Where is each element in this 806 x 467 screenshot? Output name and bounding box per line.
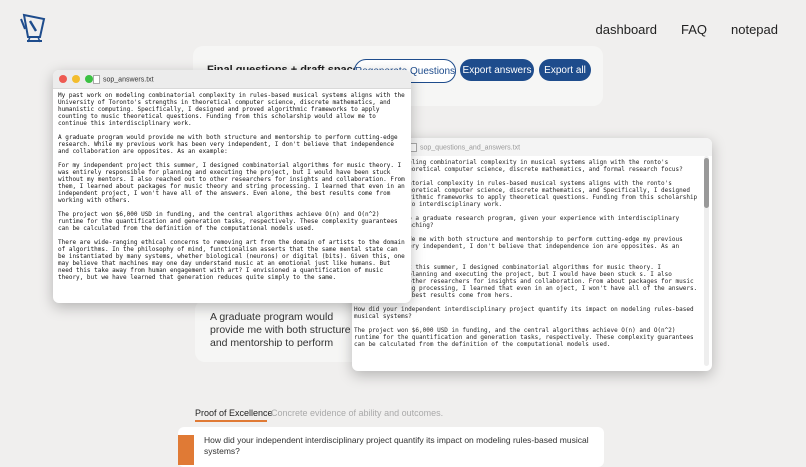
editor-text[interactable]: My past work on modeling combinatorial c… — [53, 89, 411, 299]
window-title: sop_answers.txt — [93, 74, 154, 84]
window-title-text: sop_questions_and_answers.txt — [420, 143, 521, 151]
minimize-icon[interactable] — [72, 75, 80, 83]
question-text: How did your independent interdisciplina… — [204, 435, 589, 456]
proof-of-excellence-label[interactable]: Proof of Excellence — [195, 408, 273, 418]
logo-icon — [20, 13, 46, 43]
nav-faq[interactable]: FAQ — [681, 22, 707, 37]
nav-dashboard[interactable]: dashboard — [596, 22, 657, 37]
window-title: sop_questions_and_answers.txt — [410, 142, 712, 152]
export-all-button[interactable]: Export all — [539, 59, 591, 81]
close-icon[interactable] — [59, 75, 67, 83]
answer-textarea[interactable]: A graduate program would provide me with… — [210, 311, 360, 347]
scrollbar-thumb[interactable] — [704, 158, 709, 208]
document-icon — [93, 74, 100, 84]
document-icon — [410, 142, 417, 152]
top-nav: dashboard FAQ notepad — [596, 22, 778, 37]
window-controls — [59, 75, 93, 83]
export-answers-button[interactable]: Export answers — [460, 59, 534, 81]
maximize-icon[interactable] — [85, 75, 93, 83]
scrollbar[interactable] — [704, 156, 709, 366]
nav-notepad[interactable]: notepad — [731, 22, 778, 37]
proof-of-excellence-subtitle: Concrete evidence of ability and outcome… — [271, 408, 444, 418]
editor-window-answers[interactable]: sop_answers.txt My past work on modeling… — [53, 70, 411, 303]
window-titlebar[interactable]: sop_answers.txt — [53, 70, 411, 89]
question-accent-bar — [178, 435, 194, 465]
window-title-text: sop_answers.txt — [103, 75, 154, 83]
active-tab-underline — [195, 420, 267, 422]
